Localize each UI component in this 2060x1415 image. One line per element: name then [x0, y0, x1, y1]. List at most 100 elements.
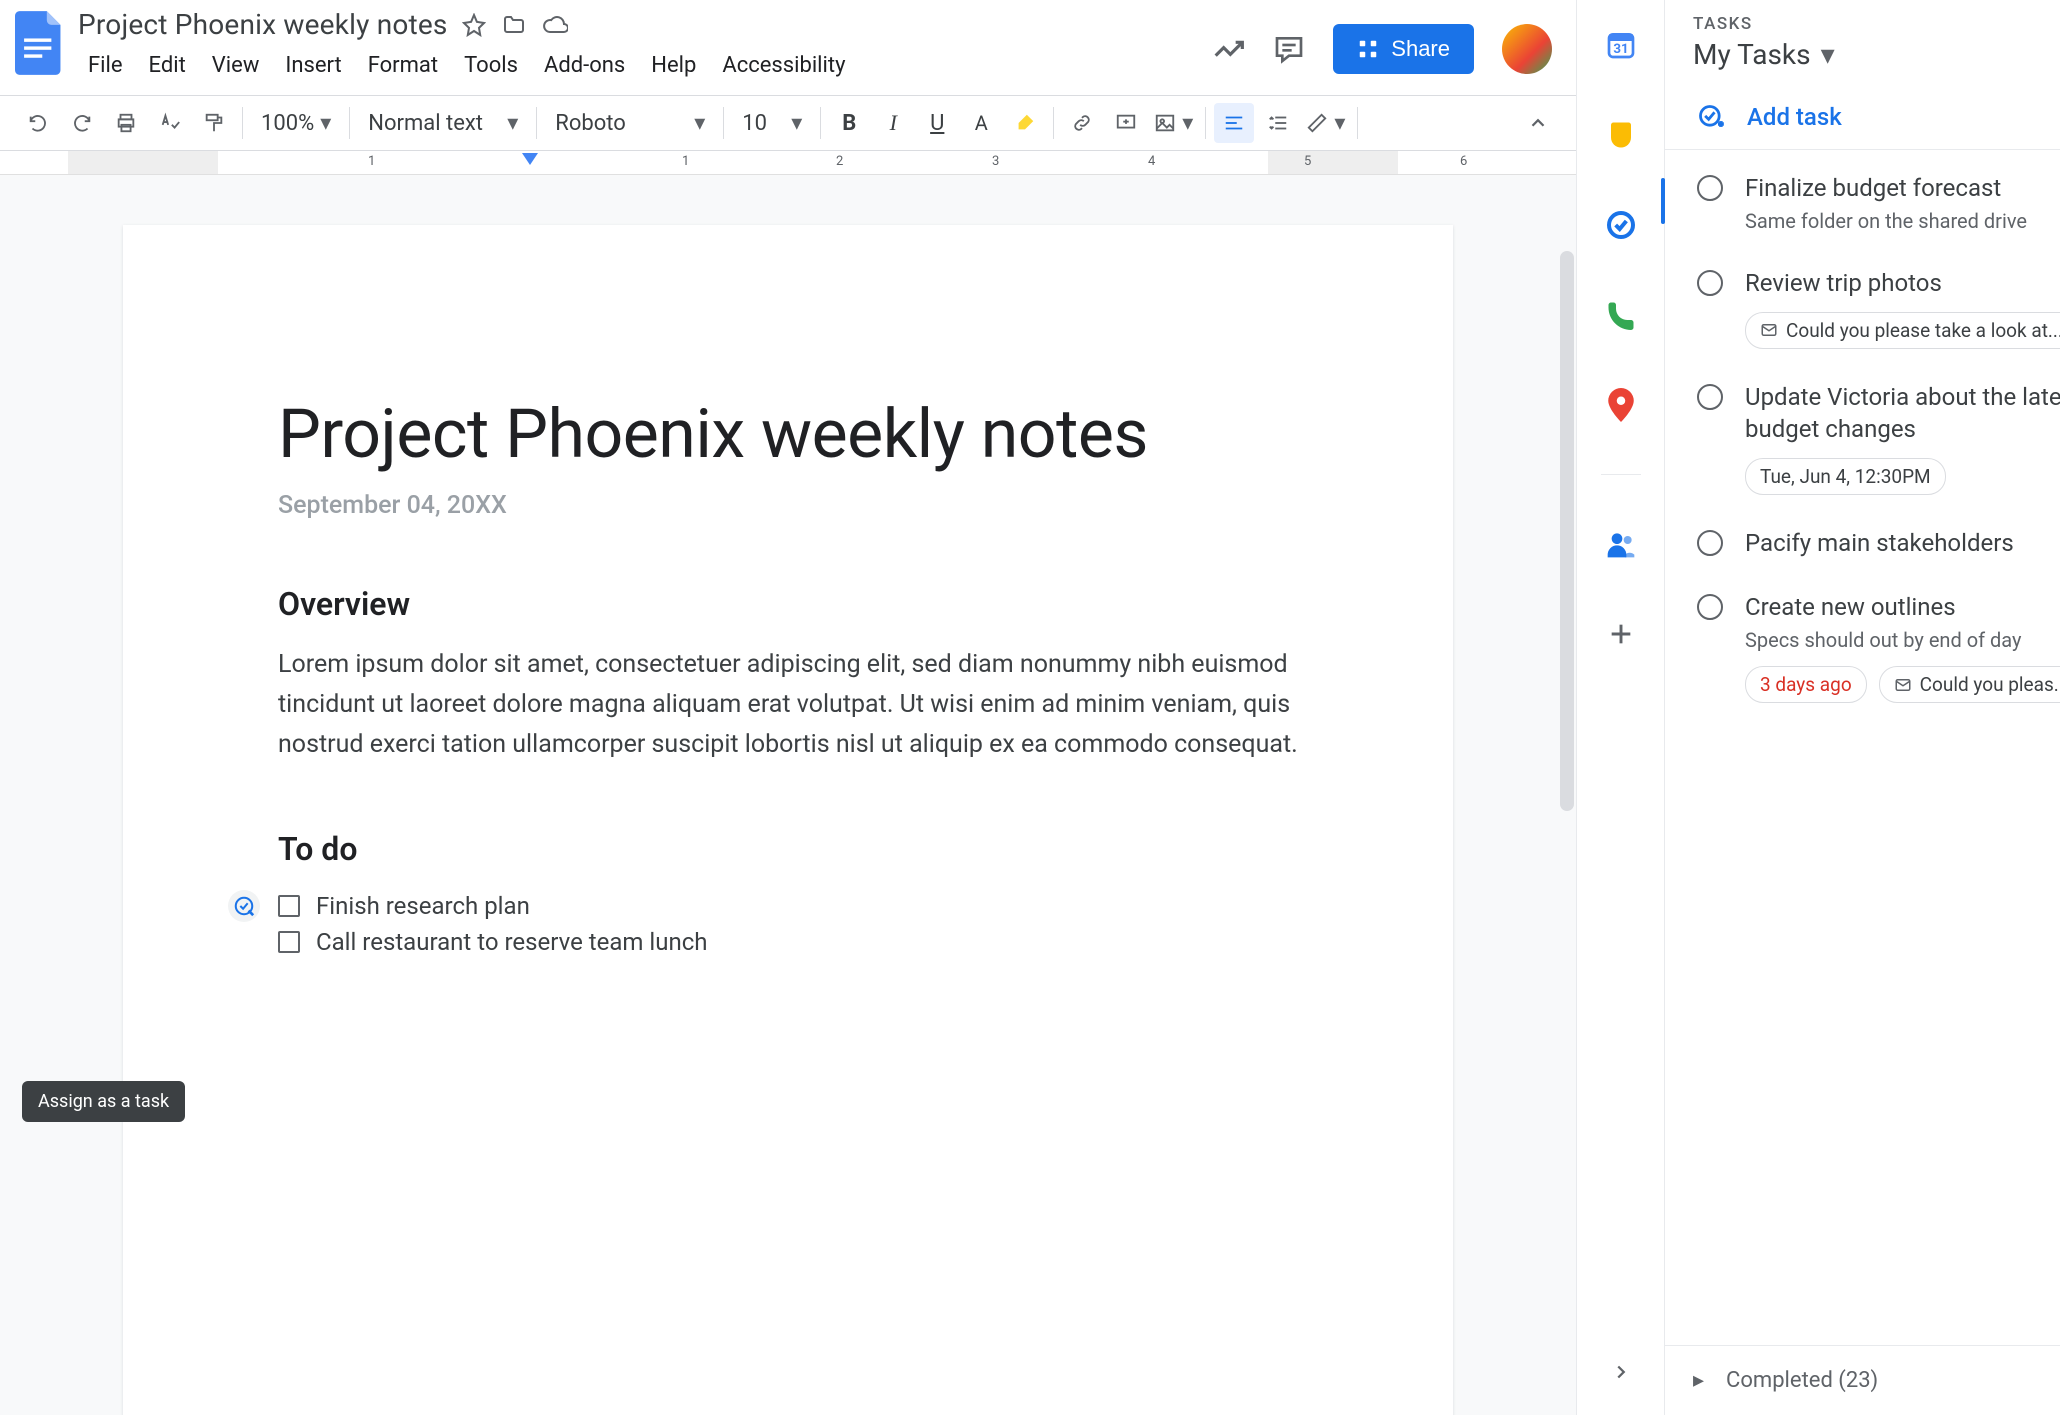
undo-icon[interactable]: [18, 103, 58, 143]
share-button[interactable]: Share: [1333, 24, 1474, 74]
menu-help[interactable]: Help: [641, 47, 706, 84]
menu-view[interactable]: View: [202, 47, 270, 84]
task-detail: Specs should out by end of day: [1745, 627, 2060, 654]
calendar-icon[interactable]: 31: [1600, 24, 1642, 66]
task-item[interactable]: Finalize budget forecast Same folder on …: [1693, 158, 2060, 253]
email-chip[interactable]: Could you pleas...: [1879, 666, 2060, 703]
zoom-dropdown[interactable]: 100%▾: [251, 103, 341, 143]
align-left-icon[interactable]: [1214, 103, 1254, 143]
tasks-list: Finalize budget forecast Same folder on …: [1665, 150, 2060, 1345]
insert-image-dropdown[interactable]: ▾: [1150, 103, 1197, 143]
email-chip[interactable]: Could you please take a look at...: [1745, 312, 2060, 349]
task-item[interactable]: Create new outlines Specs should out by …: [1693, 577, 2060, 721]
tasks-panel-label: TASKS: [1693, 14, 2060, 34]
task-item[interactable]: Review trip photos Could you please take…: [1693, 253, 2060, 366]
checkbox-icon[interactable]: [278, 931, 300, 953]
menu-format[interactable]: Format: [358, 47, 448, 84]
overdue-chip[interactable]: 3 days ago: [1745, 666, 1867, 703]
share-label: Share: [1391, 36, 1450, 62]
doc-heading-1[interactable]: Project Phoenix weekly notes: [278, 395, 1298, 473]
complete-task-circle[interactable]: [1697, 270, 1723, 296]
menu-accessibility[interactable]: Accessibility: [712, 47, 855, 84]
doc-todo-heading[interactable]: To do: [278, 830, 1298, 868]
contacts-icon[interactable]: [1600, 523, 1642, 565]
completed-section-toggle[interactable]: ▸ Completed (23): [1665, 1345, 2060, 1415]
redo-icon[interactable]: [62, 103, 102, 143]
voice-icon[interactable]: [1600, 294, 1642, 336]
horizontal-ruler[interactable]: 1 1 2 3 4 5 6: [0, 151, 1576, 175]
task-title: Review trip photos: [1745, 267, 2060, 299]
keep-icon[interactable]: [1600, 114, 1642, 156]
complete-task-circle[interactable]: [1697, 175, 1723, 201]
assign-task-tooltip: Assign as a task: [22, 1081, 185, 1122]
collapse-toolbar-icon[interactable]: [1518, 103, 1558, 143]
docs-main: Project Phoenix weekly notes File Edit V…: [0, 0, 1576, 1415]
doc-overview-body[interactable]: Lorem ipsum dolor sit amet, consectetuer…: [278, 645, 1298, 765]
expand-rail-icon[interactable]: [1610, 1361, 1632, 1383]
maps-icon[interactable]: [1600, 384, 1642, 426]
star-icon[interactable]: [462, 13, 486, 37]
complete-task-circle[interactable]: [1697, 594, 1723, 620]
doc-overview-heading[interactable]: Overview: [278, 585, 1298, 623]
menu-tools[interactable]: Tools: [454, 47, 528, 84]
text-color-icon[interactable]: A: [961, 103, 1001, 143]
todo-item[interactable]: Finish research plan: [278, 888, 1298, 924]
comments-icon[interactable]: [1273, 33, 1305, 65]
checkbox-icon[interactable]: [278, 895, 300, 917]
italic-icon[interactable]: I: [873, 103, 913, 143]
tasks-icon[interactable]: [1600, 204, 1642, 246]
font-dropdown[interactable]: Roboto▾: [545, 103, 715, 143]
complete-task-circle[interactable]: [1697, 384, 1723, 410]
todo-item[interactable]: Call restaurant to reserve team lunch: [278, 924, 1298, 960]
indent-marker[interactable]: [522, 153, 538, 165]
editor-area: 1 1 2 3 4 5 6 Project Phoenix weekly not…: [0, 151, 1576, 1415]
add-addon-icon[interactable]: [1600, 613, 1642, 655]
highlight-icon[interactable]: [1005, 103, 1045, 143]
add-task-button[interactable]: Add task: [1697, 103, 1842, 131]
doc-date[interactable]: September 04, 20XX: [278, 491, 1298, 520]
task-title: Pacify main stakeholders: [1745, 527, 2060, 559]
tasks-panel: TASKS My Tasks ▾ Add task ⋮ Finalize bud…: [1664, 0, 2060, 1415]
bold-icon[interactable]: B: [829, 103, 869, 143]
editing-mode-dropdown[interactable]: ▾: [1302, 103, 1349, 143]
menu-edit[interactable]: Edit: [139, 47, 196, 84]
titlebar: Project Phoenix weekly notes File Edit V…: [0, 0, 1576, 95]
svg-text:31: 31: [1613, 42, 1628, 57]
menu-bar: File Edit View Insert Format Tools Add-o…: [78, 47, 1213, 84]
task-title: Update Victoria about the latest budget …: [1745, 381, 2060, 446]
task-item[interactable]: Update Victoria about the latest budget …: [1693, 367, 2060, 513]
cloud-saved-icon[interactable]: [542, 14, 568, 36]
insert-comment-icon[interactable]: [1106, 103, 1146, 143]
document-title[interactable]: Project Phoenix weekly notes: [78, 8, 448, 41]
activity-dashboard-icon[interactable]: [1213, 33, 1245, 65]
line-spacing-icon[interactable]: [1258, 103, 1298, 143]
print-icon[interactable]: [106, 103, 146, 143]
todo-text: Call restaurant to reserve team lunch: [316, 928, 707, 956]
menu-file[interactable]: File: [78, 47, 133, 84]
date-chip[interactable]: Tue, Jun 4, 12:30PM: [1745, 458, 1946, 495]
folder-move-icon[interactable]: [502, 13, 526, 37]
docs-logo-icon[interactable]: [10, 8, 70, 78]
document-page[interactable]: Project Phoenix weekly notes September 0…: [123, 225, 1453, 1415]
menu-insert[interactable]: Insert: [275, 47, 351, 84]
underline-icon[interactable]: U: [917, 103, 957, 143]
formatting-toolbar: 100%▾ Normal text▾ Roboto▾ 10▾ B I U A ▾…: [0, 95, 1576, 151]
complete-task-circle[interactable]: [1697, 530, 1723, 556]
font-size-dropdown[interactable]: 10▾: [732, 103, 812, 143]
task-detail: Same folder on the shared drive: [1745, 208, 2060, 235]
insert-link-icon[interactable]: [1062, 103, 1102, 143]
side-panel-rail: 31: [1576, 0, 1664, 1415]
task-title: Finalize budget forecast: [1745, 172, 2060, 204]
paint-format-icon[interactable]: [194, 103, 234, 143]
todo-text: Finish research plan: [316, 892, 530, 920]
spellcheck-icon[interactable]: [150, 103, 190, 143]
paragraph-style-dropdown[interactable]: Normal text▾: [358, 103, 528, 143]
task-item[interactable]: Pacify main stakeholders: [1693, 513, 2060, 577]
chevron-right-icon: ▸: [1693, 1368, 1704, 1393]
menu-addons[interactable]: Add-ons: [534, 47, 635, 84]
task-title: Create new outlines: [1745, 591, 2060, 623]
tasks-list-dropdown[interactable]: My Tasks ▾: [1693, 38, 2060, 71]
assign-task-icon[interactable]: [228, 890, 260, 922]
account-avatar[interactable]: [1502, 24, 1552, 74]
vertical-scrollbar[interactable]: [1560, 251, 1574, 811]
